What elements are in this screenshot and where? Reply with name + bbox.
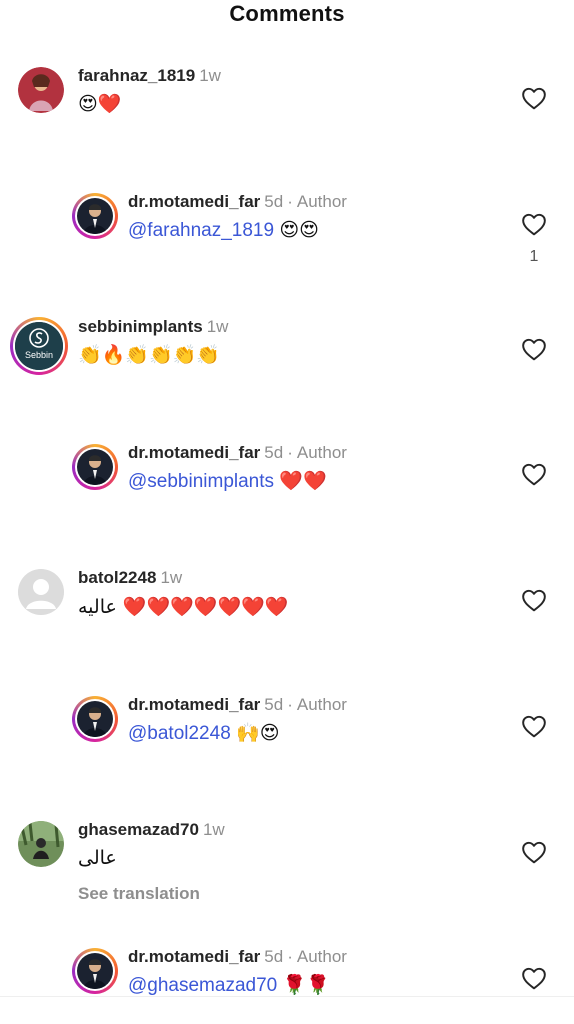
comment-meta: sebbinimplants 1w [78, 316, 228, 338]
divider [0, 996, 574, 997]
author-label: Author [296, 947, 347, 966]
timestamp: 5d [264, 695, 284, 714]
heart-icon[interactable] [521, 86, 547, 110]
avatar[interactable] [18, 67, 64, 113]
separator: · [287, 443, 293, 462]
reply-emoji: 😍😍 [279, 219, 319, 241]
avatar[interactable] [72, 696, 118, 742]
author-label: Author [296, 192, 347, 211]
avatar-image [18, 821, 64, 867]
comment-text: عالیه ❤️❤️❤️❤️❤️❤️❤️ [78, 596, 289, 618]
reply-meta: dr.motamedi_far 5d · Author [128, 946, 347, 968]
separator: · [287, 947, 293, 966]
page-title: Comments [229, 1, 345, 26]
username[interactable]: dr.motamedi_far [128, 443, 260, 462]
reply-text: @farahnaz_1819 😍😍 [128, 217, 319, 244]
reply-emoji: ❤️❤️ [279, 470, 327, 492]
separator: · [287, 695, 293, 714]
username[interactable]: batol2248 [78, 568, 156, 587]
comment-meta: batol2248 1w [78, 567, 182, 589]
avatar[interactable] [72, 193, 118, 239]
avatar-image [77, 449, 113, 485]
username[interactable]: ghasemazad70 [78, 820, 199, 839]
author-label: Author [296, 695, 347, 714]
timestamp: 1w [202, 820, 225, 839]
comment-meta: ghasemazad70 1w [78, 819, 225, 841]
heart-icon[interactable] [521, 212, 547, 236]
heart-icon[interactable] [521, 840, 547, 864]
author-label: Author [296, 443, 347, 462]
like-count: 1 [529, 248, 539, 265]
comments-header: Comments [0, 0, 574, 30]
timestamp: 5d [264, 947, 284, 966]
reply-text: @ghasemazad70 🌹🌹 [128, 972, 330, 999]
avatar[interactable] [72, 948, 118, 994]
default-avatar-icon [18, 569, 64, 615]
reply-meta: dr.motamedi_far 5d · Author [128, 191, 347, 213]
mention-link[interactable]: @sebbinimplants [128, 471, 274, 492]
avatar-brand-text: Sebbin [24, 350, 54, 360]
username[interactable]: dr.motamedi_far [128, 947, 260, 966]
avatar[interactable] [18, 569, 64, 615]
comment-meta: farahnaz_1819 1w [78, 65, 221, 87]
mention-link[interactable]: @farahnaz_1819 [128, 220, 274, 241]
sebbin-logo-icon [15, 322, 63, 370]
reply-text: @sebbinimplants ❤️❤️ [128, 468, 327, 495]
reply-emoji: 🌹🌹 [282, 974, 330, 996]
comment-text: 👏🔥👏👏👏👏 [78, 344, 220, 366]
timestamp: 5d [264, 443, 284, 462]
mention-link[interactable]: @ghasemazad70 [128, 975, 277, 996]
mention-link[interactable]: @batol2248 [128, 723, 231, 744]
heart-icon[interactable] [521, 337, 547, 361]
avatar-image [77, 701, 113, 737]
avatar[interactable] [18, 821, 64, 867]
avatar-image [77, 198, 113, 234]
avatar-image [77, 953, 113, 989]
heart-icon[interactable] [521, 714, 547, 738]
timestamp: 1w [199, 66, 221, 85]
timestamp: 5d [264, 192, 284, 211]
avatar[interactable] [72, 444, 118, 490]
avatar[interactable]: Sebbin [10, 317, 68, 375]
username[interactable]: farahnaz_1819 [78, 66, 195, 85]
reply-emoji: 🙌😍 [236, 722, 280, 744]
avatar-image [18, 67, 64, 113]
reply-text: @batol2248 🙌😍 [128, 720, 280, 747]
timestamp: 1w [206, 317, 229, 336]
heart-icon[interactable] [521, 462, 547, 486]
reply-meta: dr.motamedi_far 5d · Author [128, 442, 347, 464]
comment-text: عالی [78, 848, 117, 869]
separator: · [287, 192, 293, 211]
comment-text: 😍❤️ [78, 93, 122, 115]
username[interactable]: dr.motamedi_far [128, 192, 260, 211]
reply-meta: dr.motamedi_far 5d · Author [128, 694, 347, 716]
username[interactable]: dr.motamedi_far [128, 695, 260, 714]
see-translation-link[interactable]: See translation [78, 884, 200, 904]
timestamp: 1w [160, 568, 183, 587]
username[interactable]: sebbinimplants [78, 317, 203, 336]
heart-icon[interactable] [521, 588, 547, 612]
heart-icon[interactable] [521, 966, 547, 990]
